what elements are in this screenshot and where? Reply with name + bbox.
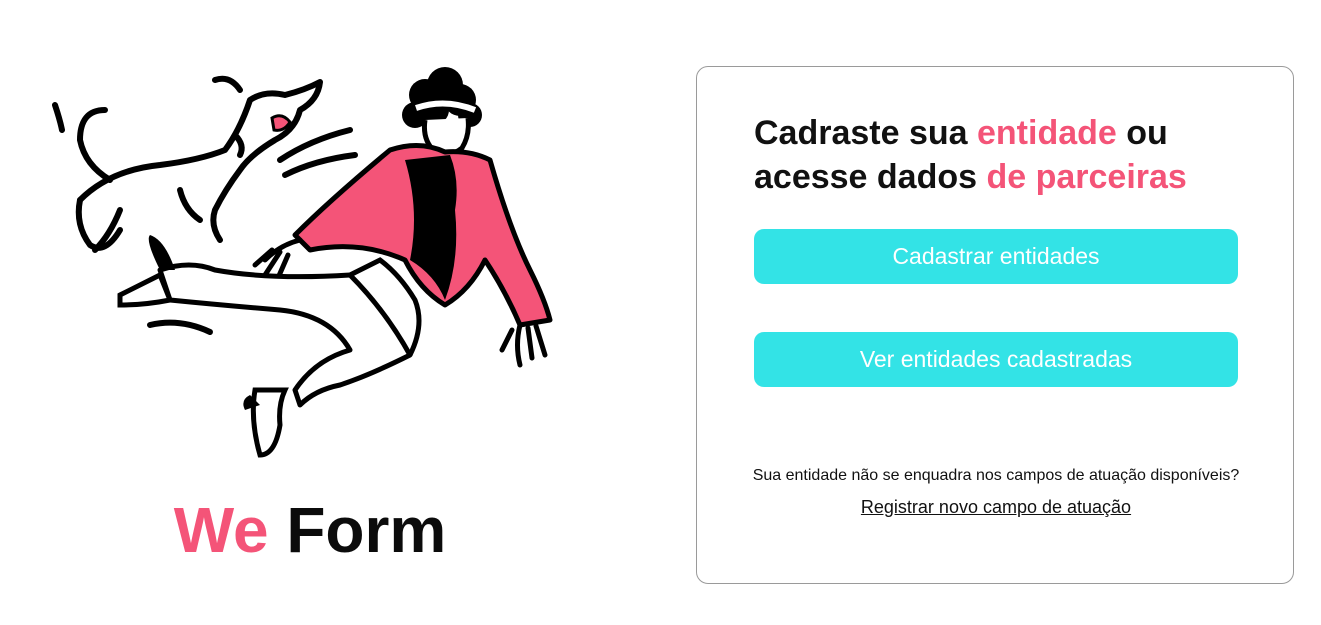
headline-text-2: ou [1116, 114, 1168, 152]
card-headline: Cadraste sua entidade ou acesse dados de … [754, 111, 1254, 199]
register-new-field-link[interactable]: Registrar novo campo de atuação [697, 497, 1295, 518]
brand-form: Form [286, 494, 447, 566]
field-missing-note: Sua entidade não se enquadra nos campos … [752, 467, 1240, 484]
headline-accent-entidade: entidade [977, 114, 1117, 152]
brand-logo: We Form [160, 490, 460, 570]
register-entities-button[interactable]: Cadastrar entidades [754, 229, 1238, 284]
view-entities-button[interactable]: Ver entidades cadastradas [754, 332, 1238, 387]
jumping-person-with-dog-illustration [52, 67, 553, 458]
action-card: Cadraste sua entidade ou acesse dados de … [696, 66, 1294, 584]
page: We Form Cadraste sua entidade ou acesse d… [0, 0, 1321, 625]
brand-we: We [173, 494, 269, 566]
headline-accent-parceiras: de parceiras [986, 158, 1187, 196]
headline-text-3: acesse dados [754, 158, 987, 196]
headline-text-1: Cadraste sua [754, 114, 977, 152]
